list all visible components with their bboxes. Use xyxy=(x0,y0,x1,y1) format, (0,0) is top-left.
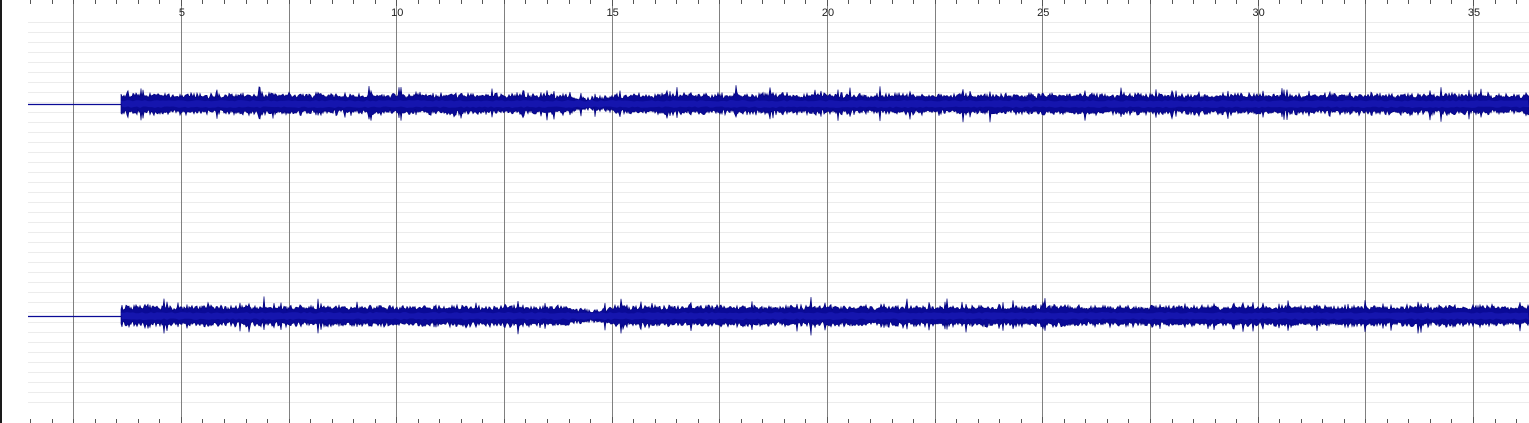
time-marker-lines xyxy=(73,0,1474,423)
time-label-25: 25 xyxy=(1037,7,1050,19)
time-label-35: 35 xyxy=(1467,7,1481,19)
time-label-15: 15 xyxy=(606,7,619,19)
amplitude-gridlines xyxy=(28,22,1529,403)
waveform-area[interactable]: 5 10 15 20 25 30 35 xyxy=(28,0,1529,423)
time-label-10: 10 xyxy=(391,7,404,19)
waveform-editor[interactable]: 5 10 15 20 25 30 35 xyxy=(0,0,1529,423)
bottom-ruler-ticks xyxy=(30,417,1517,423)
time-label-20: 20 xyxy=(821,7,835,19)
time-label-5: 5 xyxy=(178,7,185,19)
top-ruler-ticks xyxy=(30,0,1517,6)
editor-left-border xyxy=(0,0,2,423)
waveform-canvas[interactable] xyxy=(28,0,1529,423)
channel-left xyxy=(28,85,1529,123)
time-label-30: 30 xyxy=(1252,7,1265,19)
